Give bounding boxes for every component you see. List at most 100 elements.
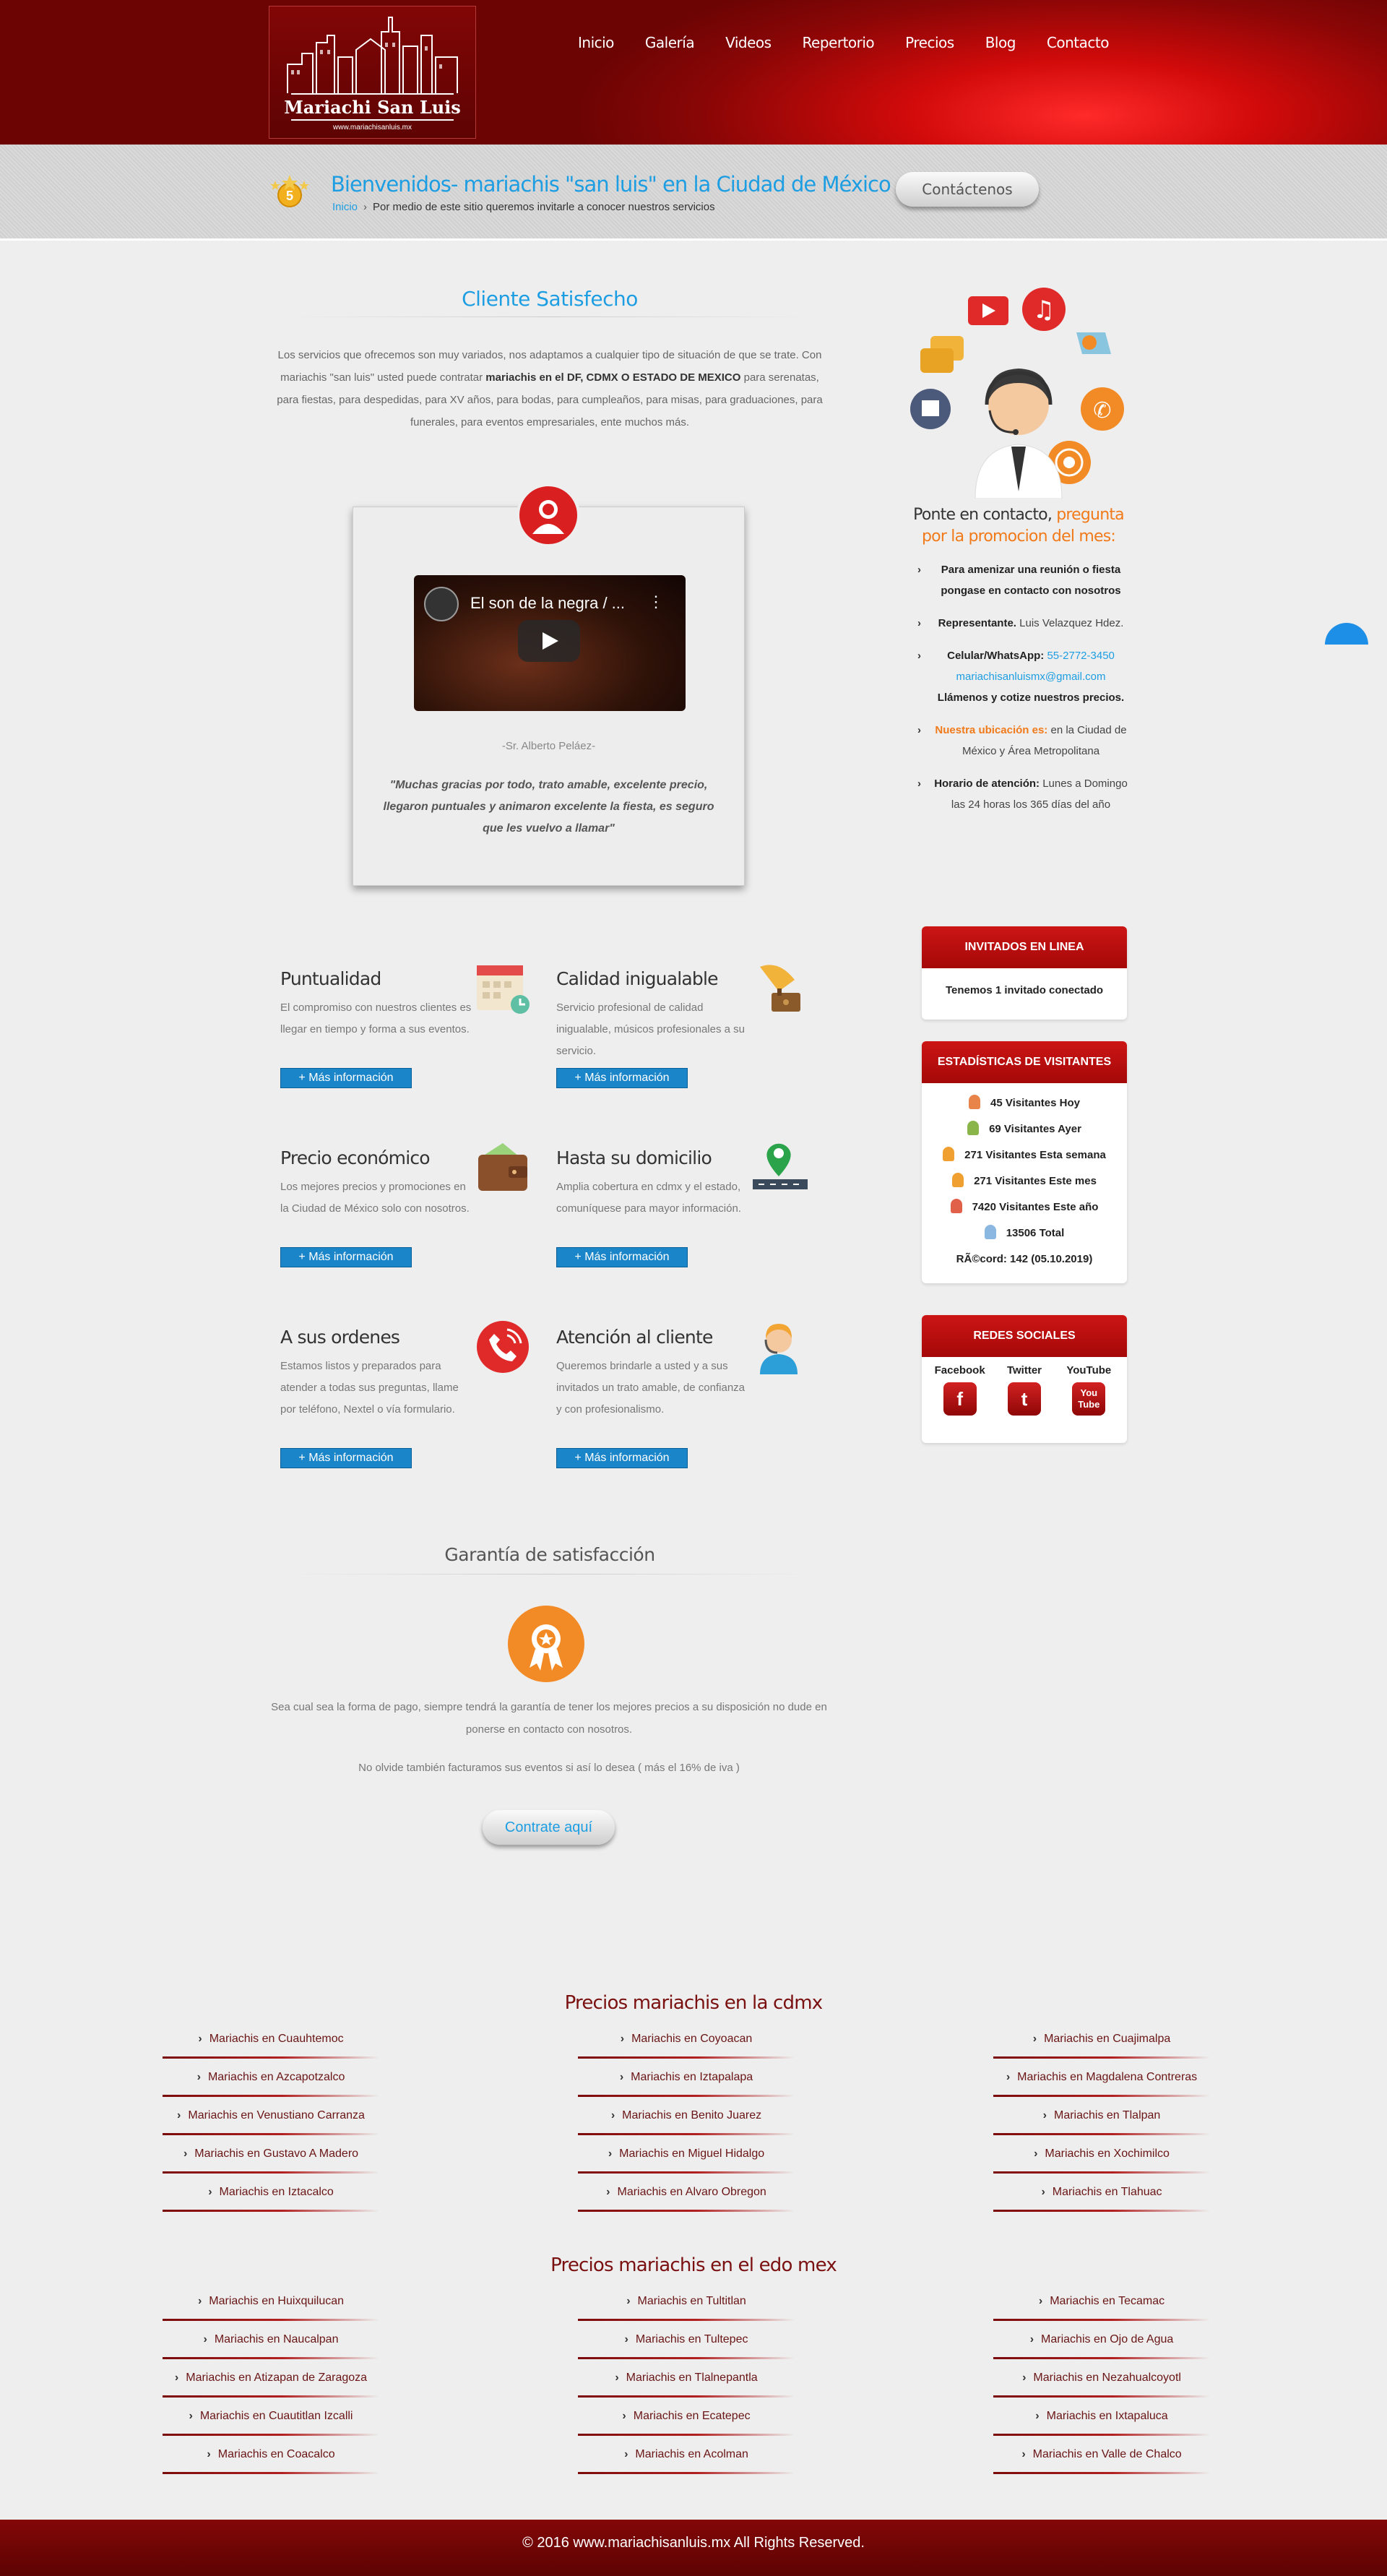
list-item[interactable]: › Mariachis en Cuajimalpa	[993, 2025, 1210, 2063]
list-item[interactable]: › Mariachis en Valle de Chalco	[993, 2440, 1210, 2478]
list-item[interactable]: › Mariachis en Tlahuac	[993, 2178, 1210, 2216]
list-item[interactable]: › Mariachis en Naucalpan	[163, 2325, 379, 2364]
link-label[interactable]: Mariachis en Xochimilco	[1045, 2148, 1170, 2160]
email-link[interactable]: mariachisanluismx@gmail.com	[956, 671, 1106, 683]
social-facebook[interactable]: Facebook f	[928, 1364, 992, 1416]
list-item[interactable]: › Mariachis en Xochimilco	[993, 2140, 1210, 2178]
link-label[interactable]: Mariachis en Naucalpan	[215, 2333, 339, 2345]
info-label: Celular/WhatsApp:	[947, 650, 1045, 662]
social-twitter[interactable]: Twitter t	[992, 1364, 1056, 1416]
link-label[interactable]: Mariachis en Cuauhtemoc	[209, 2033, 344, 2045]
stats-list: 45 Visitantes Hoy 69 Visitantes Ayer 271 V…	[922, 1083, 1127, 1272]
list-item[interactable]: › Mariachis en Tultepec	[578, 2325, 795, 2364]
video-player[interactable]: El son de la negra / ... ⋮	[414, 575, 686, 711]
nav-videos[interactable]: Videos	[725, 34, 772, 51]
link-label[interactable]: Mariachis en Atizapan de Zaragoza	[186, 2372, 367, 2384]
more-info-button[interactable]: + Más información	[280, 1247, 412, 1267]
link-label[interactable]: Mariachis en Valle de Chalco	[1033, 2448, 1182, 2460]
list-item[interactable]: › Mariachis en Tultitlan	[578, 2287, 795, 2325]
list-item[interactable]: › Mariachis en Ecatepec	[578, 2402, 795, 2440]
nav-blog[interactable]: Blog	[985, 34, 1016, 51]
contact-button[interactable]: Contáctenos	[896, 172, 1039, 207]
link-label[interactable]: Mariachis en Alvaro Obregon	[618, 2186, 766, 2198]
link-label[interactable]: Mariachis en Tultitlan	[638, 2295, 746, 2307]
more-info-button[interactable]: + Más información	[280, 1068, 412, 1088]
list-item[interactable]: › Mariachis en Alvaro Obregon	[578, 2178, 795, 2216]
link-label[interactable]: Mariachis en Gustavo A Madero	[194, 2148, 358, 2160]
link-label[interactable]: Mariachis en Azcapotzalco	[208, 2071, 345, 2083]
contract-button[interactable]: Contrate aquí	[483, 1810, 615, 1845]
site-logo[interactable]: Mariachi San Luis www.mariachisanluis.mx	[269, 6, 476, 139]
link-label[interactable]: Mariachis en Iztacalco	[220, 2186, 334, 2198]
phone-link[interactable]: 55-2772-3450	[1044, 650, 1114, 662]
nav-repertorio[interactable]: Repertorio	[803, 34, 875, 51]
more-info-button[interactable]: + Más información	[556, 1247, 688, 1267]
list-item[interactable]: › Mariachis en Ixtapaluca	[993, 2402, 1210, 2440]
more-info-button[interactable]: + Más información	[556, 1068, 688, 1088]
list-item[interactable]: › Mariachis en Cuautitlan Izcalli	[163, 2402, 379, 2440]
list-item[interactable]: › Mariachis en Nezahualcoyotl	[993, 2364, 1210, 2402]
link-label[interactable]: Mariachis en Iztapalapa	[631, 2071, 753, 2083]
link-label[interactable]: Mariachis en Miguel Hidalgo	[619, 2148, 764, 2160]
link-label[interactable]: Mariachis en Coyoacan	[631, 2033, 752, 2045]
stats-text: 45 Visitantes Hoy	[990, 1097, 1080, 1109]
list-item[interactable]: › Mariachis en Tlalpan	[993, 2101, 1210, 2140]
list-item[interactable]: › Mariachis en Cuauhtemoc	[163, 2025, 379, 2063]
stats-row: 13506 Total	[922, 1220, 1127, 1246]
list-item[interactable]: › Mariachis en Acolman	[578, 2440, 795, 2478]
link-label[interactable]: Mariachis en Ixtapaluca	[1047, 2410, 1168, 2422]
list-item[interactable]: › Mariachis en Magdalena Contreras	[993, 2063, 1210, 2101]
more-info-button[interactable]: + Más información	[280, 1448, 412, 1468]
list-item[interactable]: › Mariachis en Iztapalapa	[578, 2063, 795, 2101]
prices-cdmx-col1: › Mariachis en Cuauhtemoc › Mariachis en A…	[163, 2025, 379, 2216]
nav-inicio[interactable]: Inicio	[578, 34, 614, 51]
list-item[interactable]: › Mariachis en Huixquilucan	[163, 2287, 379, 2325]
link-label[interactable]: Mariachis en Magdalena Contreras	[1017, 2071, 1197, 2083]
link-label[interactable]: Mariachis en Tlahuac	[1053, 2186, 1162, 2198]
link-label[interactable]: Mariachis en Ojo de Agua	[1041, 2333, 1173, 2345]
link-label[interactable]: Mariachis en Tlalpan	[1054, 2109, 1160, 2121]
link-label[interactable]: Mariachis en Tlalnepantla	[626, 2372, 758, 2384]
link-label[interactable]: Mariachis en Acolman	[635, 2448, 748, 2460]
floating-chat-button[interactable]	[1325, 623, 1368, 645]
link-label[interactable]: Mariachis en Coacalco	[218, 2448, 335, 2460]
sidebar-contact: ♫ ✆ Ponte en contacto, pregunta por la p…	[910, 282, 1127, 546]
twitter-icon[interactable]: t	[1007, 1382, 1041, 1416]
nav-contacto[interactable]: Contacto	[1047, 34, 1110, 51]
facebook-icon[interactable]: f	[943, 1382, 977, 1416]
link-label[interactable]: Mariachis en Tecamac	[1050, 2295, 1165, 2307]
list-item[interactable]: › Mariachis en Coyoacan	[578, 2025, 795, 2063]
youtube-icon[interactable]: You Tube	[1072, 1382, 1106, 1416]
play-button[interactable]	[518, 620, 580, 662]
link-label[interactable]: Mariachis en Benito Juarez	[622, 2109, 761, 2121]
list-item[interactable]: › Mariachis en Tlalnepantla	[578, 2364, 795, 2402]
list-item[interactable]: › Mariachis en Coacalco	[163, 2440, 379, 2478]
list-item[interactable]: › Mariachis en Venustiano Carranza	[163, 2101, 379, 2140]
breadcrumb-home[interactable]: Inicio	[332, 201, 358, 213]
list-item[interactable]: › Mariachis en Miguel Hidalgo	[578, 2140, 795, 2178]
list-item[interactable]: › Mariachis en Tecamac	[993, 2287, 1210, 2325]
visitor-icon	[950, 1199, 962, 1213]
link-label[interactable]: Mariachis en Nezahualcoyotl	[1033, 2372, 1181, 2384]
chevron-right-icon: ›	[183, 2148, 188, 2160]
divider	[289, 1574, 809, 1575]
link-label[interactable]: Mariachis en Cuajimalpa	[1044, 2033, 1170, 2045]
link-label[interactable]: Mariachis en Venustiano Carranza	[188, 2109, 365, 2121]
chevron-right-icon: ›	[198, 2033, 202, 2045]
more-vert-icon[interactable]: ⋮	[648, 593, 664, 611]
svg-text:♫: ♫	[1033, 296, 1055, 324]
link-label[interactable]: Mariachis en Huixquilucan	[209, 2295, 344, 2307]
nav-precios[interactable]: Precios	[905, 34, 954, 51]
list-item[interactable]: › Mariachis en Iztacalco	[163, 2178, 379, 2216]
list-item[interactable]: › Mariachis en Azcapotzalco	[163, 2063, 379, 2101]
list-item[interactable]: › Mariachis en Atizapan de Zaragoza	[163, 2364, 379, 2402]
nav-galeria[interactable]: Galería	[645, 34, 695, 51]
link-label[interactable]: Mariachis en Ecatepec	[634, 2410, 751, 2422]
list-item[interactable]: › Mariachis en Benito Juarez	[578, 2101, 795, 2140]
social-youtube[interactable]: YouTube You Tube	[1057, 1364, 1121, 1416]
list-item[interactable]: › Mariachis en Ojo de Agua	[993, 2325, 1210, 2364]
link-label[interactable]: Mariachis en Cuautitlan Izcalli	[200, 2410, 353, 2422]
link-label[interactable]: Mariachis en Tultepec	[636, 2333, 748, 2345]
more-info-button[interactable]: + Más información	[556, 1448, 688, 1468]
list-item[interactable]: › Mariachis en Gustavo A Madero	[163, 2140, 379, 2178]
